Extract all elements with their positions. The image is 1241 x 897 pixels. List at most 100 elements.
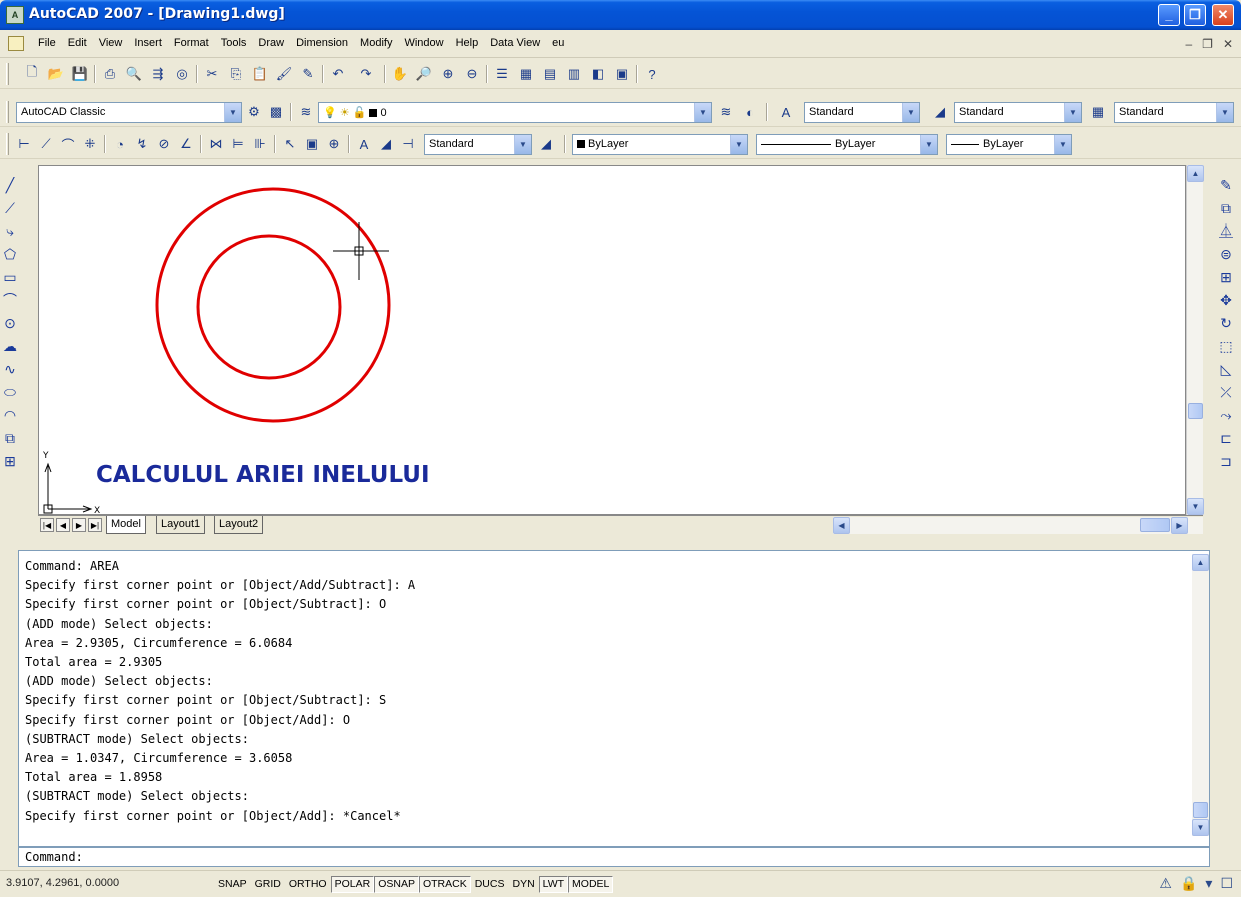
status-button-osnap[interactable]: OSNAP <box>374 876 419 893</box>
menu-item-format[interactable]: Format <box>168 37 215 49</box>
plot-preview-icon[interactable]: 🔍 <box>124 64 144 84</box>
scroll-thumb[interactable] <box>1193 802 1208 818</box>
sheet-set-icon[interactable]: ▥ <box>564 64 584 84</box>
close-button[interactable]: ✕ <box>1212 4 1234 26</box>
join-icon[interactable]: ⊐ <box>1211 450 1241 473</box>
dimension-style-manager-icon[interactable]: ◢ <box>536 134 556 154</box>
publish-icon[interactable]: ⇶ <box>148 64 168 84</box>
scroll-down-icon[interactable]: ▼ <box>1192 819 1209 836</box>
menu-item-view[interactable]: View <box>93 37 129 49</box>
scale-icon[interactable]: ⬚ <box>1211 335 1241 358</box>
canvas-horizontal-scrollbar[interactable]: ◀ ▶ <box>833 517 1203 534</box>
status-button-lwt[interactable]: LWT <box>538 876 569 893</box>
insert-block-icon[interactable]: ⧉ <box>0 427 20 450</box>
markup-icon[interactable]: ◧ <box>588 64 608 84</box>
zoom-window-icon[interactable]: ⊕ <box>438 64 458 84</box>
construction-line-icon[interactable]: ⟋ <box>0 197 20 220</box>
toolbar-grip[interactable] <box>6 63 9 85</box>
break-icon[interactable]: ⊏ <box>1211 427 1241 450</box>
scroll-up-icon[interactable]: ▲ <box>1192 554 1209 571</box>
offset-icon[interactable]: ⊜ <box>1211 243 1241 266</box>
make-object-layer-current-icon[interactable]: ≋ <box>716 102 736 122</box>
radius-dimension-icon[interactable]: ◔ <box>110 134 130 154</box>
my-workspace-icon[interactable]: ▩ <box>266 102 286 122</box>
make-block-icon[interactable]: ⊞ <box>0 450 20 473</box>
last-tab-icon[interactable]: ▶| <box>88 518 102 532</box>
save-icon[interactable]: 💾 <box>70 64 90 84</box>
trim-icon[interactable]: ⤫ <box>1211 381 1241 404</box>
scroll-down-icon[interactable]: ▼ <box>1187 498 1204 515</box>
layer-manager-icon[interactable]: ≋ <box>296 102 316 122</box>
menu-item-file[interactable]: File <box>32 37 62 49</box>
status-button-ortho[interactable]: ORTHO <box>285 876 331 893</box>
doc-close-icon[interactable]: ✕ <box>1223 37 1233 51</box>
polygon-icon[interactable]: ⬠ <box>0 243 20 266</box>
coordinate-readout[interactable]: 3.9107, 4.2961, 0.0000 <box>6 877 119 889</box>
text-style-select[interactable]: Standard ▼ <box>804 102 920 123</box>
properties-icon[interactable]: ☰ <box>492 64 512 84</box>
plot-icon[interactable]: ⎙ <box>100 64 120 84</box>
3d-dwf-icon[interactable]: ◎ <box>172 64 192 84</box>
command-history[interactable]: Command: AREA Specify first corner point … <box>18 550 1210 847</box>
cut-icon[interactable]: ✂ <box>202 64 222 84</box>
doc-restore-icon[interactable]: ❐ <box>1202 37 1213 51</box>
extend-icon[interactable]: ⤳ <box>1211 404 1241 427</box>
line-icon[interactable]: ╱ <box>0 174 20 197</box>
redo-icon[interactable]: ↷ <box>356 64 376 84</box>
h-scroll-thumb[interactable] <box>1140 518 1170 532</box>
menu-item-window[interactable]: Window <box>398 37 449 49</box>
diameter-dimension-icon[interactable]: ⊘ <box>154 134 174 154</box>
tab-layout2[interactable]: Layout2 <box>214 516 264 534</box>
quick-leader-icon[interactable]: ↖ <box>280 134 300 154</box>
aligned-dimension-icon[interactable]: ⟋ <box>36 134 56 154</box>
pan-icon[interactable]: ✋ <box>390 64 410 84</box>
communication-center-icon[interactable]: ⚠ <box>1159 875 1172 892</box>
linear-dimension-icon[interactable]: ⊢ <box>14 134 34 154</box>
layer-previous-icon[interactable]: ◐ <box>740 102 760 122</box>
copy-object-icon[interactable]: ⧉ <box>1211 197 1241 220</box>
quick-dimension-icon[interactable]: ⋈ <box>206 134 226 154</box>
dimension-edit-icon[interactable]: A <box>354 134 374 154</box>
dimension-text-edit-icon[interactable]: ◢ <box>376 134 396 154</box>
continue-dimension-icon[interactable]: ⊪ <box>250 134 270 154</box>
doc-minimize-icon[interactable]: – <box>1185 37 1192 51</box>
angular-dimension-icon[interactable]: ∠ <box>176 134 196 154</box>
scroll-left-icon[interactable]: ◀ <box>833 517 850 534</box>
scroll-right-icon[interactable]: ▶ <box>1171 517 1188 534</box>
revision-cloud-icon[interactable]: ☁ <box>0 335 20 358</box>
next-tab-icon[interactable]: ▶ <box>72 518 86 532</box>
scroll-thumb[interactable] <box>1188 403 1203 419</box>
status-button-ducs[interactable]: DUCS <box>471 876 509 893</box>
polyline-icon[interactable]: ⤷ <box>0 220 20 243</box>
prev-tab-icon[interactable]: ◀ <box>56 518 70 532</box>
status-button-polar[interactable]: POLAR <box>330 876 375 893</box>
tool-palettes-icon[interactable]: ▤ <box>540 64 560 84</box>
menu-item-data-view[interactable]: Data View <box>484 37 546 49</box>
array-icon[interactable]: ⊞ <box>1211 266 1241 289</box>
workspace-select[interactable]: AutoCAD Classic ▼ <box>16 102 242 123</box>
drawing-title-text[interactable]: CALCULUL ARIEI INELULUI <box>96 462 430 488</box>
rectangle-icon[interactable]: ▭ <box>0 266 20 289</box>
ordinate-dimension-icon[interactable]: ⁜ <box>80 134 100 154</box>
jogged-dimension-icon[interactable]: ↯ <box>132 134 152 154</box>
circle-icon[interactable]: ⊙ <box>0 312 20 335</box>
menu-item-tools[interactable]: Tools <box>215 37 253 49</box>
paste-icon[interactable]: 📋 <box>250 64 270 84</box>
dimension-update-icon[interactable]: ⊣ <box>398 134 418 154</box>
arc-icon[interactable]: ⌒ <box>0 289 20 312</box>
lineweight-select[interactable]: ByLayer ▼ <box>946 134 1072 155</box>
autocad-app-icon[interactable]: A <box>6 6 24 24</box>
first-tab-icon[interactable]: |◀ <box>40 518 54 532</box>
text-style-icon[interactable]: A <box>776 102 796 122</box>
canvas-vertical-scrollbar[interactable]: ▲ ▼ <box>1186 165 1204 515</box>
menu-item-dimension[interactable]: Dimension <box>290 37 354 49</box>
erase-icon[interactable]: ✎ <box>1211 174 1241 197</box>
tab-model[interactable]: Model <box>106 516 146 534</box>
dimension-style-select[interactable]: Standard ▼ <box>954 102 1082 123</box>
menu-item-modify[interactable]: Modify <box>354 37 398 49</box>
outer-circle[interactable] <box>155 187 391 423</box>
color-select[interactable]: ByLayer ▼ <box>572 134 748 155</box>
zoom-previous-icon[interactable]: ⊖ <box>462 64 482 84</box>
move-icon[interactable]: ✥ <box>1211 289 1241 312</box>
status-menu-icon[interactable]: ▾ <box>1205 875 1212 892</box>
